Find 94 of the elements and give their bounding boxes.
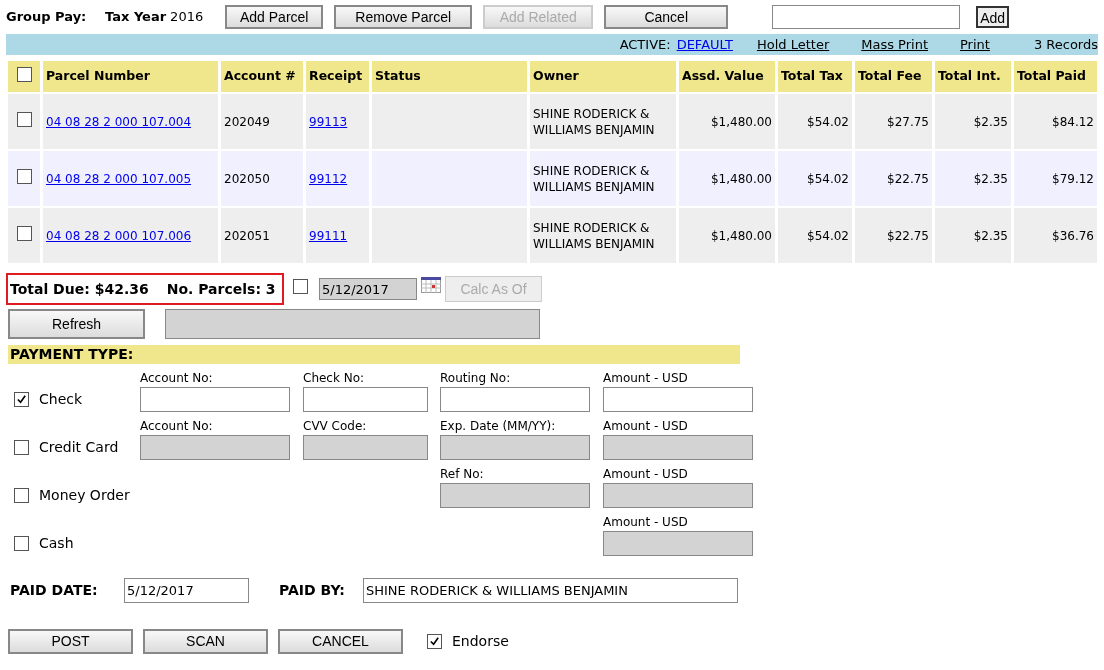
cell-text: $79.12 <box>1052 171 1094 186</box>
payment-type-label: Check <box>39 390 83 409</box>
toolbar-button[interactable]: Cancel <box>604 5 729 29</box>
cell-text: 202051 <box>224 228 270 243</box>
active-link[interactable]: DEFAULT <box>676 34 733 55</box>
cell-text: $54.02 <box>807 171 849 186</box>
calendar-icon[interactable] <box>421 277 441 293</box>
input-field[interactable] <box>603 387 753 412</box>
column-header: Total Int. <box>935 61 1011 92</box>
column-header: Total Paid <box>1014 61 1097 92</box>
receipt-link[interactable]: 99113 <box>309 114 348 129</box>
input-field[interactable] <box>303 387 428 412</box>
payment-type-label: Cash <box>39 534 74 553</box>
column-header: Status <box>372 61 527 92</box>
cell-text: $1,480.00 <box>710 114 772 129</box>
field-label: Check No: <box>303 370 366 387</box>
checkbox[interactable] <box>14 536 29 551</box>
parcel-link[interactable]: 04 08 28 2 000 107.005 <box>46 171 192 186</box>
field-label: Ref No: <box>440 466 485 483</box>
page-title: Group Pay: <box>6 8 88 27</box>
field-label: Routing No: <box>440 370 512 387</box>
field-label: Amount - USD <box>603 418 689 435</box>
checkbox[interactable] <box>16 66 32 82</box>
action-button[interactable]: SCAN <box>143 629 268 654</box>
paid-date-field[interactable]: 5/12/2017 <box>124 578 249 603</box>
tax-year-label: Tax Year <box>105 8 167 27</box>
column-header: Receipt <box>306 61 369 92</box>
payment-type-label: Money Order <box>39 486 130 505</box>
add-button[interactable]: Add <box>976 6 1010 28</box>
cell-text: $22.75 <box>887 228 929 243</box>
action-button[interactable]: POST <box>8 629 133 654</box>
checkbox[interactable] <box>16 168 32 184</box>
checkbox[interactable] <box>16 111 32 127</box>
tax-year: 2016 <box>170 8 204 27</box>
cell-text: $1,480.00 <box>710 171 772 186</box>
paid-by-label: PAID BY: <box>279 581 346 600</box>
cell-text: SHINE RODERICK & WILLIAMS BENJAMIN <box>533 220 655 251</box>
toolbar-link[interactable]: Mass Print <box>861 34 928 55</box>
parcel-link[interactable]: 04 08 28 2 000 107.006 <box>46 228 192 243</box>
checkbox[interactable] <box>14 488 29 503</box>
paid-date-label: PAID DATE: <box>10 581 99 600</box>
toolbar-link[interactable]: Hold Letter <box>756 34 830 55</box>
input-field[interactable] <box>140 387 290 412</box>
paid-by-field[interactable]: SHINE RODERICK & WILLIAMS BENJAMIN <box>363 578 738 603</box>
date-field[interactable]: 5/12/2017 <box>319 278 417 300</box>
parcel-link[interactable]: 04 08 28 2 000 107.004 <box>46 114 192 129</box>
payment-type-label: Credit Card <box>39 438 119 457</box>
field-label: Amount - USD <box>603 514 689 531</box>
checkbox[interactable] <box>293 278 308 294</box>
cell-text: $27.75 <box>887 114 929 129</box>
cell-text: SHINE RODERICK & WILLIAMS BENJAMIN <box>533 163 655 194</box>
column-header: Total Fee <box>855 61 932 92</box>
parcel-count: No. Parcels: 3 <box>166 279 276 299</box>
cell-text: $1,480.00 <box>710 228 772 243</box>
active-label: ACTIVE: <box>619 35 671 54</box>
cell-text: 202050 <box>224 171 270 186</box>
column-header: Assd. Value <box>679 61 775 92</box>
cell-text: $2.35 <box>973 228 1008 243</box>
records-count: 3 Records <box>1033 35 1098 54</box>
search-field[interactable] <box>772 5 961 29</box>
cell-text: $22.75 <box>887 171 929 186</box>
cell-text: SHINE RODERICK & WILLIAMS BENJAMIN <box>533 106 655 137</box>
field-label: Exp. Date (MM/YY): <box>440 418 557 435</box>
toolbar-button[interactable]: Add Parcel <box>225 5 324 29</box>
column-header: Parcel Number <box>43 61 218 92</box>
column-header: Owner <box>530 61 676 92</box>
field-label: Account No: <box>140 370 214 387</box>
field-label: Account No: <box>140 418 214 435</box>
checkbox[interactable] <box>14 440 29 455</box>
field-label: Amount - USD <box>603 466 689 483</box>
checkbox[interactable] <box>16 225 32 241</box>
column-header: Total Tax <box>778 61 852 92</box>
endorse-label: Endorse <box>452 632 509 651</box>
field-label: Amount - USD <box>603 370 689 387</box>
field-label: CVV Code: <box>303 418 368 435</box>
cell-text: $54.02 <box>807 228 849 243</box>
cell-text: $2.35 <box>973 114 1008 129</box>
toolbar-link[interactable]: Print <box>960 34 990 55</box>
input-field[interactable] <box>440 387 590 412</box>
receipt-link[interactable]: 99111 <box>309 228 348 243</box>
toolbar-button[interactable]: Remove Parcel <box>334 5 473 29</box>
receipt-link[interactable]: 99112 <box>309 171 348 186</box>
checkbox[interactable] <box>14 392 29 407</box>
refresh-button[interactable]: Refresh <box>8 309 145 339</box>
cell-text: 202049 <box>224 114 270 129</box>
cell-text: $2.35 <box>973 171 1008 186</box>
checkbox[interactable] <box>427 634 442 649</box>
cell-text: $54.02 <box>807 114 849 129</box>
total-due: Total Due: $42.36 <box>10 279 149 299</box>
cell-text: $36.76 <box>1052 228 1094 243</box>
section-heading: PAYMENT TYPE: <box>8 345 740 364</box>
column-header: Account # <box>221 61 303 92</box>
cell-text: $84.12 <box>1052 114 1094 129</box>
action-button[interactable]: CANCEL <box>278 629 403 654</box>
